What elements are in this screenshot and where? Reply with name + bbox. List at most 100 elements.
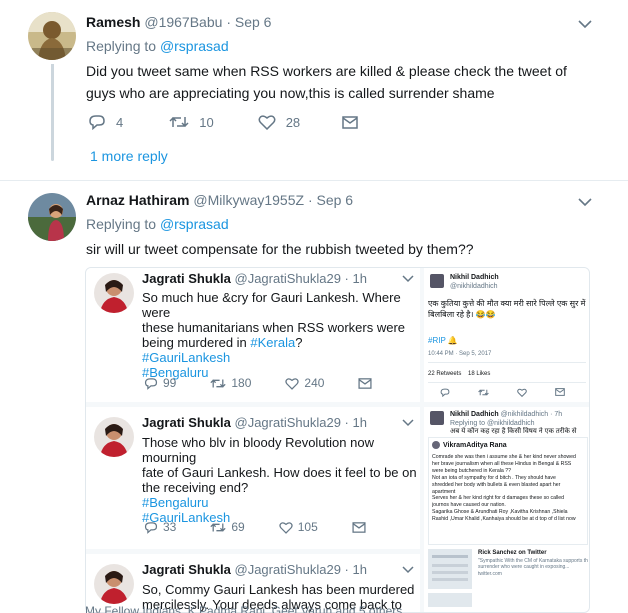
tweet-text-line: the receiving end? xyxy=(142,480,249,495)
avatar[interactable] xyxy=(28,193,76,241)
quoted-text-line: journos have caused our nation. xyxy=(432,502,506,509)
reply-stat: 33 xyxy=(144,520,176,534)
heart-icon xyxy=(285,377,300,390)
reply-count: 99 xyxy=(163,376,177,390)
reply-stat: 99 xyxy=(144,376,176,390)
tweet-header: Jagrati Shukla @JagratiShukla29 · 1h xyxy=(142,271,367,286)
envelope-icon xyxy=(358,377,372,389)
tweet-text-line: Those who blv in bloody Revolution now m… xyxy=(142,435,374,465)
embedded-tweet-card: Jagrati Shukla @JagratiShukla29 · 1h So … xyxy=(86,268,420,402)
tweet-text-line: Did you tweet same when RSS workers are … xyxy=(86,63,567,79)
tweet-text: Those who blv in bloody Revolution now m… xyxy=(142,435,422,525)
tweet-text-line: these humanitarians when RSS workers wer… xyxy=(142,320,406,335)
tweet-text-segment: ? xyxy=(295,335,303,350)
chevron-down-icon[interactable] xyxy=(578,19,592,29)
heart-icon xyxy=(517,388,527,397)
chevron-down-icon[interactable] xyxy=(578,197,592,207)
replying-to-label: Replying to xyxy=(86,38,160,54)
like-stat: 240 xyxy=(285,376,324,390)
tweet-text: एक कुतिया कुत्ते की मौत क्या मरी सारे पि… xyxy=(428,298,588,320)
chevron-down-icon xyxy=(402,275,414,283)
replying-to-label: Replying to xyxy=(86,216,160,232)
replying-to: Replying to @rsprasad xyxy=(86,216,229,232)
link-card: Rick Sanchez on Twitter "Sympathic With … xyxy=(428,549,588,609)
retweets-label: 22 Retweets xyxy=(428,371,462,377)
reply-icon xyxy=(89,115,105,130)
tweet-header: Arnaz Hathiram @Milkyway1955Z · Sep 6 xyxy=(86,192,353,208)
quoted-text-line: Sagarika Ghose & Arundhati Roy ,Kavitha … xyxy=(432,509,568,516)
like-count: 240 xyxy=(304,376,325,390)
message-button[interactable] xyxy=(342,115,368,129)
reply-count: 33 xyxy=(163,520,177,534)
liked-by-footer[interactable]: My Fellow Indians, K Padma Rani, Geet Va… xyxy=(85,604,402,613)
hashtag: #GauriLankesh xyxy=(142,350,231,365)
author-handle: @nikhildadhich xyxy=(450,283,498,290)
reply-tweet-ramesh: Ramesh @1967Babu · Sep 6 Replying to @rs… xyxy=(0,0,628,180)
embedded-tweet-screenshot: Nikhil Dadhich @nikhildadhich · 7h Reply… xyxy=(424,407,589,612)
author-name: Jagrati Shukla xyxy=(142,562,231,577)
divider xyxy=(428,382,586,383)
author-handle: @JagratiShukla29 · 1h xyxy=(234,271,367,286)
tweet-actions: 99 180 240 xyxy=(144,376,372,390)
author-name: Nikhil Dadhich xyxy=(450,274,499,281)
tweet-date[interactable]: · Sep 6 xyxy=(226,14,271,30)
tweet-text-line: So much hue &cry for Gauri Lankesh. Wher… xyxy=(142,290,401,320)
reply-count: 4 xyxy=(116,114,124,130)
replying-to-link[interactable]: @rsprasad xyxy=(160,38,229,54)
tweet-text-line: So, Commy Gauri Lankesh has been murdere… xyxy=(142,582,415,597)
author-handle[interactable]: @1967Babu xyxy=(144,14,222,30)
more-reply-link[interactable]: 1 more reply xyxy=(90,148,168,164)
tweet-timestamp: 10:44 PM · Sep 5, 2017 xyxy=(428,351,492,357)
reply-icon xyxy=(144,521,158,534)
link-card-thumb xyxy=(428,549,472,589)
author-name[interactable]: Arnaz Hathiram xyxy=(86,192,189,208)
tweet-date[interactable]: · Sep 6 xyxy=(308,192,353,208)
author-name: Nikhil Dadhich xyxy=(450,411,499,418)
retweet-stat: 180 xyxy=(210,376,251,390)
link-card-thumb xyxy=(428,593,472,607)
embedded-tweet-screenshot: Nikhil Dadhich @nikhildadhich एक कुतिया … xyxy=(424,268,589,402)
likes-label: 18 Likes xyxy=(468,371,491,377)
author-header: Nikhil Dadhich @nikhildadhich · 7h xyxy=(450,410,562,419)
hashtag: #Kerala xyxy=(250,335,296,350)
tweet-header: Jagrati Shukla @JagratiShukla29 · 1h xyxy=(142,562,367,577)
avatar[interactable] xyxy=(28,12,76,60)
like-count: 105 xyxy=(297,520,318,534)
tweet-text-line: being murdered in #Kerala? xyxy=(142,335,422,350)
tweet-text: So much hue &cry for Gauri Lankesh. Wher… xyxy=(142,290,422,380)
envelope-icon xyxy=(342,115,358,129)
retweet-count: 69 xyxy=(231,520,245,534)
author-handle: @nikhildadhich · 7h xyxy=(500,411,563,418)
reply-button[interactable]: 4 xyxy=(88,114,123,130)
tweet-text: अब ये कौन कह रहा है किसी विषय ने एक तरीक… xyxy=(450,428,577,435)
heart-icon xyxy=(279,521,293,534)
chevron-down-icon xyxy=(402,566,414,574)
reply-icon xyxy=(440,388,450,397)
retweet-icon xyxy=(169,116,189,128)
retweet-button[interactable]: 10 xyxy=(169,114,214,130)
chevron-down-icon xyxy=(402,419,414,427)
quoted-text-line: Not an iota of sympathy for d bitch . Th… xyxy=(432,474,556,481)
link-card-domain: twitter.com xyxy=(478,571,502,577)
thread-dots xyxy=(51,146,54,161)
link-card-desc: surrender who were caught in exposing... xyxy=(478,564,570,570)
tweet-text-segment: being murdered in xyxy=(142,335,251,350)
author-name[interactable]: Ramesh xyxy=(86,14,140,30)
hashtag: #RIP 🔔 xyxy=(428,336,458,345)
tweet-text: sir will ur tweet compensate for the rub… xyxy=(86,241,474,257)
quoted-text-line: were being butchered in Kerala ?? xyxy=(432,467,512,474)
tweet-text: Did you tweet same when RSS workers are … xyxy=(86,60,606,104)
replying-to-link[interactable]: @rsprasad xyxy=(160,216,229,232)
quoted-text-line: apartment xyxy=(432,488,456,495)
avatar xyxy=(430,411,444,425)
author-handle[interactable]: @Milkyway1955Z xyxy=(193,192,304,208)
quoted-text-line: her brave journalism when all these Hind… xyxy=(432,460,572,467)
like-button[interactable]: 28 xyxy=(258,114,300,130)
tweet-media-image[interactable]: Jagrati Shukla @JagratiShukla29 · 1h So … xyxy=(85,267,590,613)
quoted-text-line: shredded her body with bullets & even bl… xyxy=(432,481,561,488)
tweet-text-line: guys who are appreciating you now,this i… xyxy=(86,85,495,101)
quoted-text: Comrade she was then i assume she & her … xyxy=(432,454,588,523)
replying-to: Replying to @rsprasad xyxy=(86,38,229,54)
heart-icon xyxy=(258,115,276,130)
quoted-screenshot: VikramAditya Rana Comrade she was then i… xyxy=(428,437,588,545)
